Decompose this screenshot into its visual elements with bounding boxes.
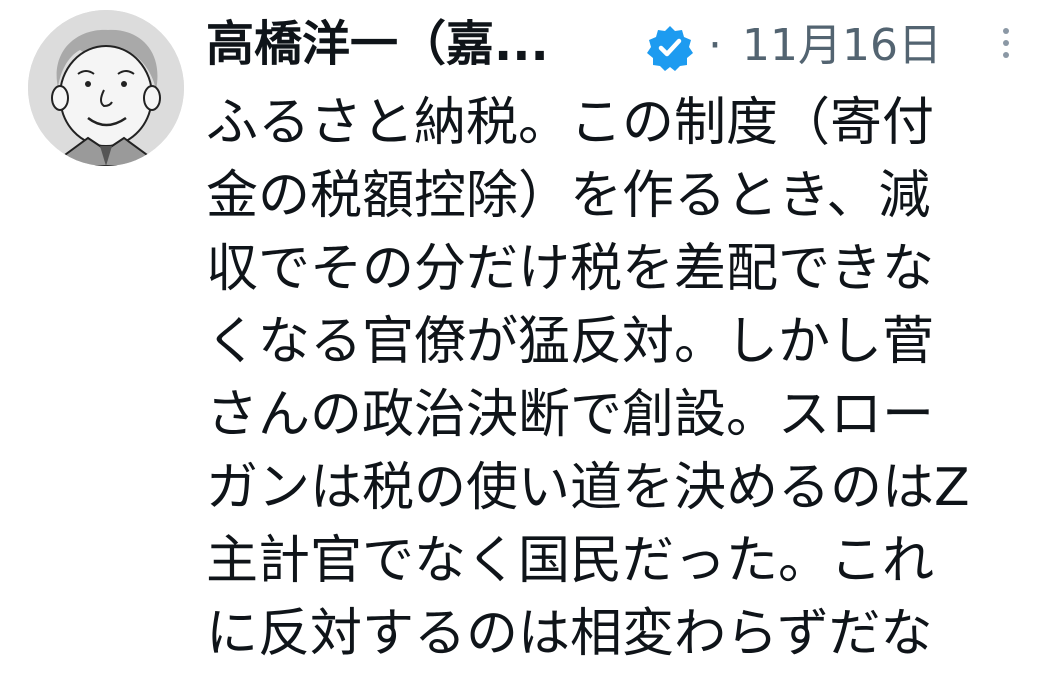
tweet-text-line: ふるさと納税。この制度（寄付 [206, 93, 935, 153]
author-display-name[interactable]: 高橋洋一（嘉... [206, 14, 549, 74]
tweet-text-line: くなる官僚が猛反対。しかし菅 [206, 312, 935, 372]
tweet-text: ふるさと納税。この制度（寄付 金の税額控除）を作るとき、減 収でその分だけ税を差… [206, 87, 1006, 671]
tweet-date[interactable]: 11月16日 [742, 20, 942, 71]
avatar[interactable] [28, 10, 184, 166]
more-vertical-icon[interactable] [996, 28, 1016, 68]
tweet-text-line: ガンは税の使い道を決めるのはZ [206, 458, 970, 518]
tweet-text-line: 主計官でなく国民だった。これ [206, 531, 935, 591]
verified-badge-icon [646, 24, 694, 72]
cartoon-avatar-icon [28, 10, 184, 166]
tweet-text-line: さんの政治決断で創設。スロー [206, 385, 935, 445]
tweet-header: 高橋洋一（嘉... · 11月16日 [206, 10, 1036, 80]
tweet-text-line: 金の税額控除）を作るとき、減 [206, 166, 931, 226]
tweet-meta: · 11月16日 [708, 16, 942, 76]
tweet-text-line: 収でその分だけ税を差配できな [206, 239, 935, 299]
meta-separator: · [708, 20, 722, 71]
tweet-text-line: に反対するのは相変わらずだな [206, 604, 933, 664]
